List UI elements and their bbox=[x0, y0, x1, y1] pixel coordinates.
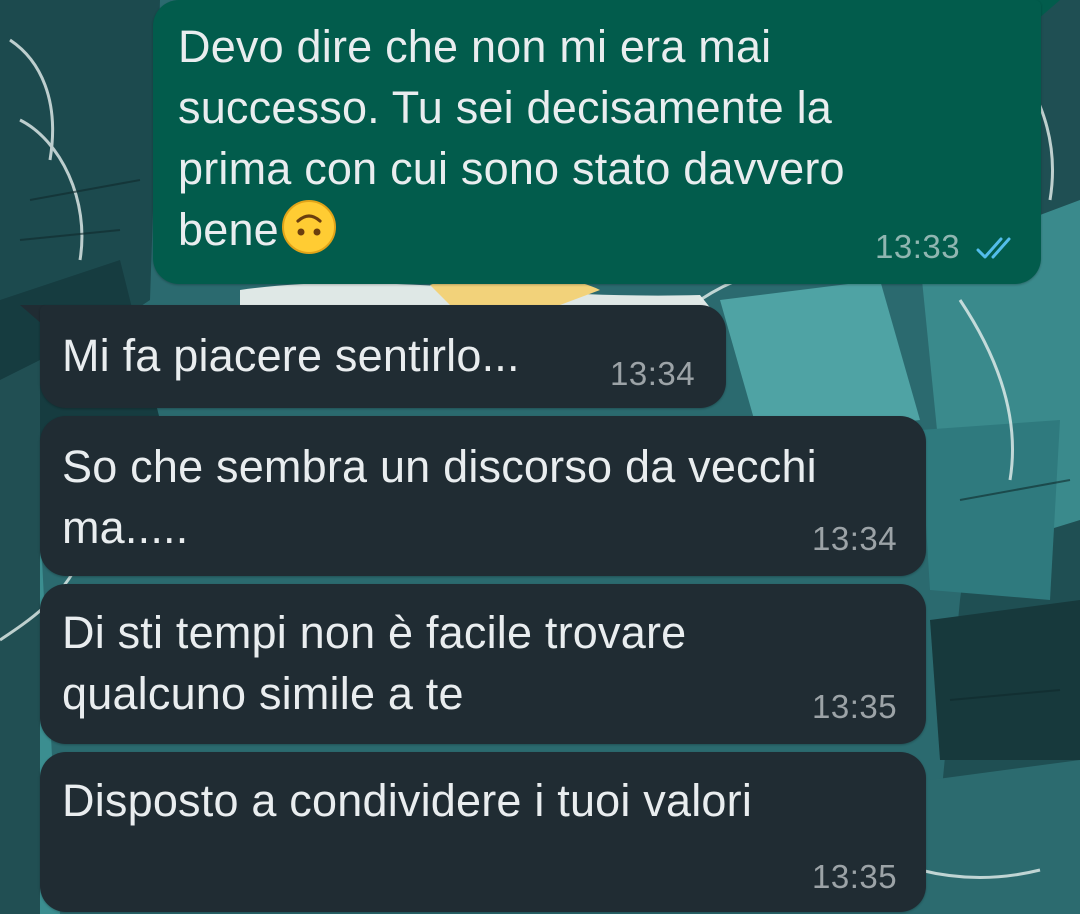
upside-down-face-emoji-icon bbox=[281, 200, 336, 254]
message-time: 13:34 bbox=[610, 355, 696, 392]
message-time: 13:33 bbox=[875, 228, 961, 265]
message-text: Di sti tempi non è facile trovare qualcu… bbox=[62, 607, 687, 719]
message-text: So che sembra un discorso da vecchi ma..… bbox=[62, 441, 817, 553]
incoming-message[interactable]: Mi fa piacere sentirlo... 13:34 bbox=[40, 305, 726, 408]
message-text: Devo dire che non mi era mai successo. T… bbox=[178, 21, 845, 255]
message-time: 13:35 bbox=[812, 858, 898, 895]
message-time: 13:35 bbox=[812, 688, 898, 725]
message-time: 13:34 bbox=[812, 520, 898, 557]
incoming-message[interactable]: So che sembra un discorso da vecchi ma..… bbox=[40, 416, 926, 576]
message-text: Mi fa piacere sentirlo... bbox=[62, 330, 520, 381]
incoming-message[interactable]: Disposto a condividere i tuoi valori 13:… bbox=[40, 752, 926, 912]
message-text: Disposto a condividere i tuoi valori bbox=[62, 775, 753, 826]
double-check-read-icon bbox=[976, 237, 1011, 259]
incoming-message[interactable]: Di sti tempi non è facile trovare qualcu… bbox=[40, 584, 926, 744]
outgoing-message[interactable]: Devo dire che non mi era mai successo. T… bbox=[153, 0, 1041, 284]
